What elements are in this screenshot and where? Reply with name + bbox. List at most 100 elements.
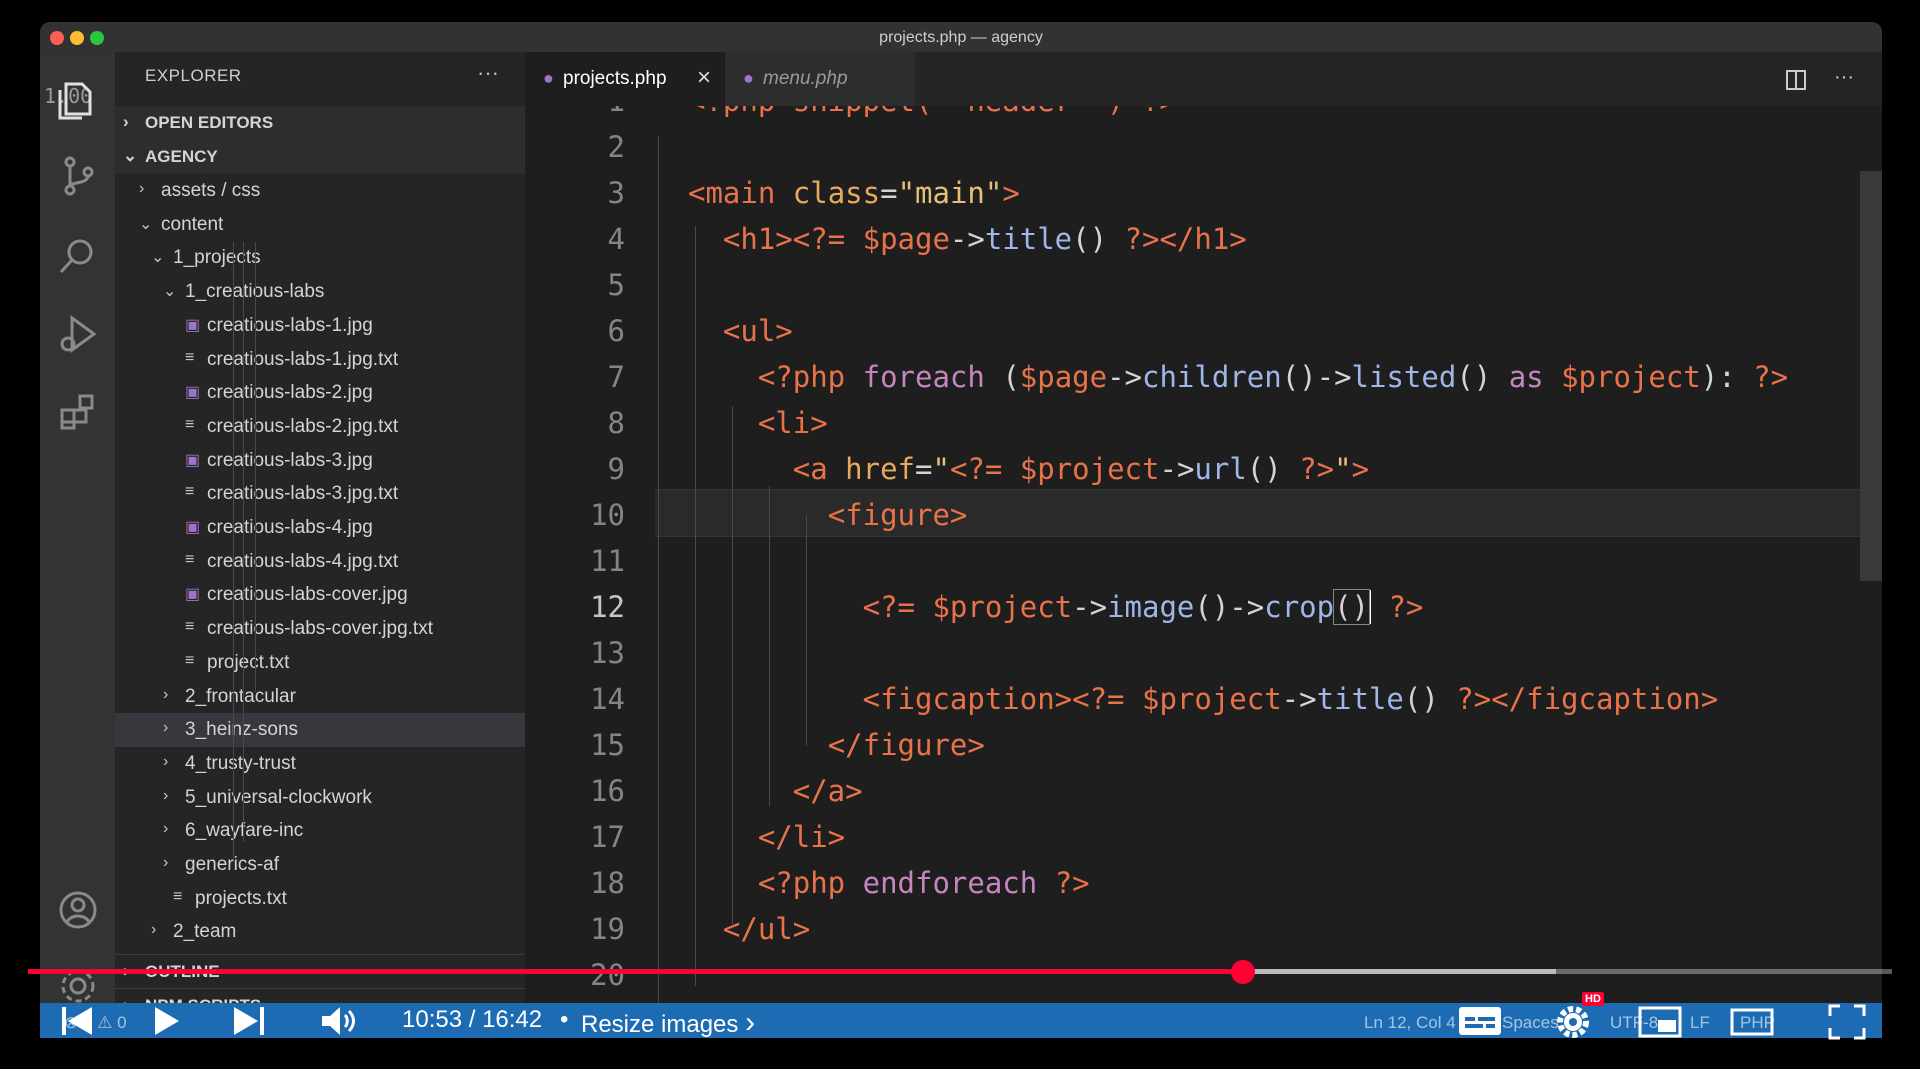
indent-guide <box>243 242 244 842</box>
folder-item[interactable]: › generics-af <box>115 848 525 882</box>
editor-more-button[interactable]: ··· <box>1834 66 1854 89</box>
tree-item-label: creatious-labs-1.jpg.txt <box>207 348 399 370</box>
line-number: 12 <box>590 590 625 624</box>
image-file-icon: ▣ <box>185 384 201 402</box>
agency-section[interactable]: ⌄ AGENCY <box>115 140 525 174</box>
line-number: 19 <box>590 912 625 946</box>
editor-scrollbar[interactable] <box>1860 171 1882 581</box>
previous-icon[interactable] <box>60 1004 96 1038</box>
line-number: 8 <box>607 406 625 440</box>
text-file-icon: ≡ <box>173 887 183 905</box>
indent-guide <box>732 406 733 926</box>
theater-mode-icon[interactable] <box>1730 1006 1774 1038</box>
tab-projects-php[interactable]: ● projects.php × <box>525 52 725 106</box>
tab-label: menu.php <box>763 68 848 89</box>
chapter-separator: • <box>560 1006 569 1033</box>
subtitles-icon[interactable] <box>1458 1006 1502 1036</box>
php-file-icon: ● <box>543 68 554 88</box>
tree-item-label: 3_heinz-sons <box>185 719 299 741</box>
indent-guide <box>695 226 696 986</box>
editor-area: ● projects.php × ● menu.php ··· 1 <?php s… <box>525 52 1882 1022</box>
line-number: 18 <box>590 866 625 900</box>
file-item[interactable]: ▣ creatious-labs-2.jpg <box>115 376 525 410</box>
split-editor-icon[interactable] <box>1786 70 1806 90</box>
fullscreen-icon[interactable] <box>1828 1004 1866 1040</box>
folder-item[interactable]: › 6_wayfare-inc <box>115 814 525 848</box>
line-number: 1 <box>525 106 625 118</box>
text-file-icon: ≡ <box>185 550 195 568</box>
tree-item-label: creatious-labs-4.jpg.txt <box>207 550 399 572</box>
code-line: <?php foreach ($page->children()->listed… <box>757 360 1789 394</box>
file-item[interactable]: ≡ creatious-labs-1.jpg.txt <box>115 343 525 377</box>
folder-item[interactable]: ⌄ content <box>115 208 525 242</box>
file-item[interactable]: ≡ creatious-labs-2.jpg.txt <box>115 410 525 444</box>
chevron-down-icon: ⌄ <box>139 215 153 233</box>
code-line: <main class="main"> <box>688 176 1020 210</box>
folder-item[interactable]: › 2_team <box>115 915 525 949</box>
text-file-icon: ≡ <box>185 618 195 636</box>
code-line: <a href="<?= $project->url() ?>"> <box>792 452 1370 486</box>
explorer-icon[interactable] <box>54 74 102 122</box>
file-item[interactable]: ≡ projects.txt <box>115 882 525 916</box>
file-item[interactable]: ≡ creatious-labs-3.jpg.txt <box>115 477 525 511</box>
file-item[interactable]: ≡ creatious-labs-cover.jpg.txt <box>115 612 525 646</box>
folder-item[interactable]: › 2_frontacular <box>115 680 525 714</box>
chevron-right-icon: › <box>139 180 145 197</box>
title-bar: projects.php — agency <box>40 22 1882 52</box>
line-number: 10 <box>590 498 625 532</box>
folder-item[interactable]: › 5_universal-clockwork <box>115 781 525 815</box>
folder-item[interactable]: › assets / css <box>115 174 525 208</box>
tab-menu-php[interactable]: ● menu.php <box>725 52 915 106</box>
folder-item[interactable]: ⌄ 1_projects <box>115 241 525 275</box>
progress-played <box>28 969 1244 974</box>
volume-icon[interactable] <box>320 1004 360 1038</box>
file-item[interactable]: ▣ creatious-labs-3.jpg <box>115 444 525 478</box>
indent-guide <box>769 486 770 806</box>
php-file-icon: ● <box>743 68 754 88</box>
next-icon[interactable] <box>230 1004 266 1038</box>
chevron-right-icon: › <box>163 752 169 770</box>
image-file-icon: ▣ <box>185 316 201 334</box>
line-number: 7 <box>607 360 625 394</box>
line-number: 20 <box>590 958 625 992</box>
image-file-icon: ▣ <box>185 586 201 604</box>
vscode-window: projects.php — agency 1.00 EXPLORER ··· … <box>40 22 1882 1038</box>
folder-item[interactable]: › 4_trusty-trust <box>115 747 525 781</box>
extensions-icon[interactable] <box>54 388 102 436</box>
file-item[interactable]: ▣ creatious-labs-cover.jpg <box>115 578 525 612</box>
line-number: 5 <box>607 268 625 302</box>
explorer-more-button[interactable]: ··· <box>477 60 499 86</box>
tree-item-label: generics-af <box>185 854 279 875</box>
code-line: <figure> <box>827 498 968 532</box>
settings-gear-icon[interactable] <box>1554 1003 1592 1041</box>
open-editors-section[interactable]: › OPEN EDITORS <box>115 106 525 140</box>
account-icon[interactable] <box>54 886 102 934</box>
code-line: <?= $project->image()->crop() ?> <box>862 589 1424 625</box>
chapter-title[interactable]: Resize images › <box>581 1006 755 1040</box>
line-number: 17 <box>590 820 625 854</box>
file-item[interactable]: ≡ creatious-labs-4.jpg.txt <box>115 545 525 579</box>
tree-item-label: 6_wayfare-inc <box>185 820 304 842</box>
file-item[interactable]: ▣ creatious-labs-4.jpg <box>115 511 525 545</box>
run-debug-icon[interactable] <box>54 310 102 358</box>
code-view[interactable]: 1 <?php snippet( 'header' ) ?> 2 3 <main cla… <box>525 106 1882 1006</box>
search-icon[interactable] <box>54 232 102 280</box>
code-line: <?php snippet( 'header' ) ?> <box>688 106 1177 118</box>
line-number: 9 <box>607 452 625 486</box>
folder-item[interactable]: ⌄ 1_creatious-labs <box>115 275 525 309</box>
code-line: <li> <box>757 406 828 440</box>
chevron-right-icon: › <box>163 820 169 838</box>
source-control-icon[interactable] <box>54 152 102 200</box>
indent-guide <box>658 136 659 1006</box>
chevron-down-icon: ⌄ <box>123 146 138 165</box>
folder-item[interactable]: › 3_heinz-sons <box>115 713 525 748</box>
text-file-icon: ≡ <box>185 348 195 366</box>
file-item[interactable]: ▣ creatious-labs-1.jpg <box>115 309 525 343</box>
line-number: 15 <box>590 728 625 762</box>
file-item[interactable]: ≡ project.txt <box>115 646 525 680</box>
play-icon[interactable] <box>152 1004 182 1038</box>
line-number: 14 <box>590 682 625 716</box>
miniplayer-icon[interactable] <box>1638 1006 1682 1038</box>
close-icon[interactable]: × <box>697 64 711 92</box>
tree-item-label: creatious-labs-4.jpg <box>207 517 373 538</box>
